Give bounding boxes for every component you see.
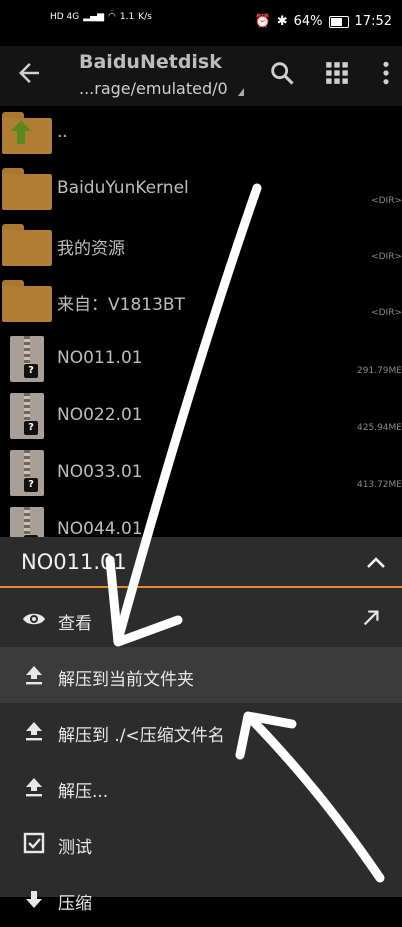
archive-icon: ? (10, 393, 44, 439)
archive-icon: ? (10, 336, 44, 382)
file-name: BaiduYunKernel (57, 178, 189, 198)
app-bar: BaiduNetdisk ...rage/emulated/0 (0, 46, 402, 106)
up-arrow-icon (11, 120, 31, 144)
alarm-icon: ⏰ (254, 14, 271, 29)
file-row[interactable]: 我的资源 <DIR> (0, 218, 402, 274)
folder-icon (2, 280, 52, 322)
battery-icon (328, 15, 349, 28)
file-meta: <DIR> (371, 252, 402, 262)
app-title: BaiduNetdisk (79, 51, 222, 73)
chevron-up-icon[interactable] (364, 551, 388, 575)
file-row-parent[interactable]: .. (0, 106, 402, 162)
status-bar: HD 4G ▂▄▆ ◠ 1.1 K/s ⏰ ✱ 64% 17:52 (0, 0, 402, 46)
action-sheet: NO011.01 查看 解压到当前文件夹 解压到 ./<压缩文件名 解压... (0, 537, 402, 914)
menu-item-extract[interactable]: 解压... (0, 759, 402, 815)
download-icon (26, 891, 42, 908)
file-row[interactable]: 来自：V1813BT <DIR> (0, 274, 402, 330)
signal-indicator: HD 4G (50, 12, 80, 22)
file-name: NO022.01 (57, 405, 143, 425)
folder-icon (2, 224, 52, 266)
menu-label: 查看 (58, 614, 92, 634)
signal-bars-icon: ▂▄▆ (83, 12, 105, 22)
file-name: 我的资源 (57, 239, 125, 259)
file-meta: <DIR> (371, 196, 402, 206)
file-row[interactable]: BaiduYunKernel <DIR> (0, 162, 402, 218)
menu-item-extract-here[interactable]: 解压到当前文件夹 (0, 647, 402, 703)
menu-label: 解压... (58, 782, 109, 802)
menu-item-view[interactable]: 查看 (0, 591, 402, 647)
file-name: .. (57, 122, 68, 142)
file-meta: 425.94ME (357, 423, 402, 433)
file-row[interactable]: ? NO011.01 291.79ME (0, 332, 402, 388)
net-speed: 1.1 (119, 12, 135, 22)
folder-icon (2, 112, 52, 154)
search-icon[interactable] (268, 59, 296, 87)
archive-icon: ? (10, 450, 44, 496)
menu-item-extract-to-folder[interactable]: 解压到 ./<压缩文件名 (0, 703, 402, 759)
path-selector[interactable]: ...rage/emulated/0 (79, 79, 228, 98)
sheet-divider (0, 586, 402, 588)
file-meta: 413.72ME (357, 480, 402, 490)
eye-icon (23, 613, 45, 625)
back-icon[interactable] (14, 58, 44, 88)
upload-icon (26, 666, 42, 685)
sheet-title: NO011.01 (21, 550, 127, 574)
file-row[interactable]: ? NO033.01 413.72ME (0, 446, 402, 502)
open-external-icon[interactable] (360, 607, 382, 629)
folder-icon (2, 168, 52, 210)
status-left: HD 4G ▂▄▆ ◠ 1.1 K/s (50, 12, 152, 22)
file-name: NO044.01 (57, 519, 143, 539)
bluetooth-icon: ✱ (276, 14, 288, 29)
menu-item-compress[interactable]: 压缩 (0, 871, 402, 927)
status-right: ⏰ ✱ 64% 17:52 (255, 14, 392, 29)
battery-percent: 64% (293, 14, 323, 29)
menu-label: 解压到当前文件夹 (58, 670, 194, 690)
file-name: NO033.01 (57, 462, 143, 482)
clock: 17:52 (354, 14, 392, 29)
more-icon[interactable] (376, 60, 396, 86)
checkbox-icon (23, 832, 45, 854)
file-name: NO011.01 (57, 348, 143, 368)
path-dropdown-icon[interactable] (238, 88, 244, 96)
menu-label: 解压到 ./<压缩文件名 (58, 726, 225, 746)
upload-icon (26, 778, 42, 797)
menu-item-test[interactable]: 测试 (0, 815, 402, 871)
menu-label: 压缩 (58, 894, 92, 914)
menu-label: 测试 (58, 838, 92, 858)
upload-icon (26, 722, 42, 741)
file-name: 来自：V1813BT (57, 295, 185, 315)
grid-icon[interactable] (324, 60, 350, 86)
net-unit: K/s (138, 12, 152, 22)
wifi-icon: ◠ (108, 12, 116, 22)
file-row[interactable]: ? NO022.01 425.94ME (0, 389, 402, 445)
file-meta: <DIR> (371, 308, 402, 318)
file-meta: 291.79ME (357, 366, 402, 376)
